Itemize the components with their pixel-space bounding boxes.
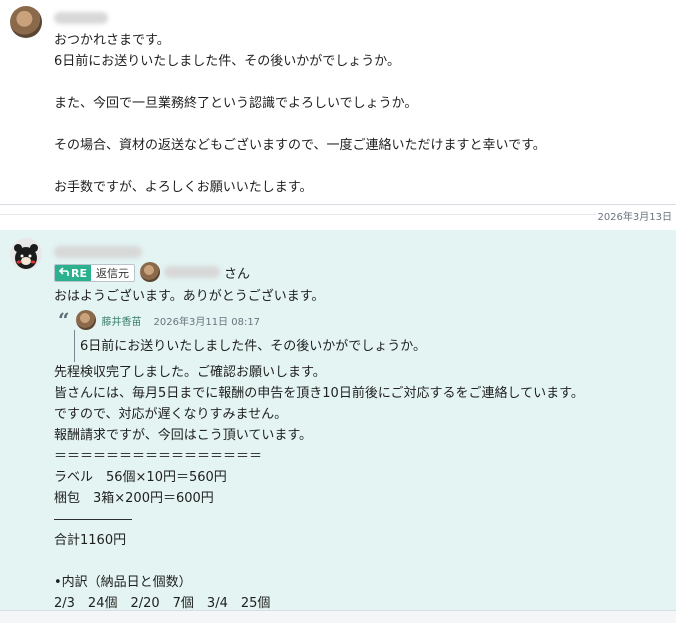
message-1-line-2: 6日前にお送りいたしました件、その後いかがでしょうか。 <box>54 54 401 69</box>
sender-name-blurred <box>54 246 142 258</box>
quote-timestamp: 2026年3月11日 08:17 <box>153 316 261 328</box>
sender-avatar[interactable] <box>10 6 42 38</box>
body-line-12: 2/3 24個 2/20 7個 3/4 25個 <box>54 596 271 610</box>
body-line-3: ですので、対応が遅くなりすみません。 <box>54 407 288 422</box>
body-line-11: •内訳（納品日と個数） <box>54 575 192 590</box>
message-1-line-1: おつかれさまです。 <box>54 33 170 48</box>
body-line-6: ラベル 56個×10円＝560円 <box>54 470 227 485</box>
body-line-2: 皆さんには、毎月5日までに報酬の申告を頂き10日前後にご対応するをご連絡していま… <box>54 386 584 401</box>
honorific: さん <box>224 266 251 282</box>
message-1: おつかれさまです。 6日前にお送りいたしました件、その後いかがでしょうか。 また… <box>0 0 676 204</box>
body-line-8: ―――――― <box>54 512 132 527</box>
quote-author: 藤井香苗 <box>101 316 142 328</box>
quote-text: 6日前にお送りいたしました件、その後いかがでしょうか。 <box>80 339 427 354</box>
reply-tag[interactable]: RE 返信元 <box>54 264 135 282</box>
body-line-9: 合計1160円 <box>54 533 127 548</box>
quote-bar <box>74 330 75 362</box>
message-1-line-8: お手数ですが、よろしくお願いいたします。 <box>54 180 313 195</box>
greeting: おはようございます。ありがとうございます。 <box>54 289 325 304</box>
reply-source-label: 返信元 <box>90 265 134 281</box>
bottom-bar <box>0 610 676 623</box>
mention-avatar <box>140 262 160 282</box>
quote-avatar <box>75 310 96 330</box>
message-1-line-6: その場合、資材の返送などもございますので、一度ご連絡いただけますと幸いです。 <box>54 138 546 153</box>
quote-header[interactable]: “ 藤井香苗 2026年3月11日 08:17 <box>58 310 260 330</box>
mention[interactable]: さん <box>140 262 250 282</box>
body-line-7: 梱包 3箱×200円＝600円 <box>54 491 214 506</box>
body-line-4: 報酬請求ですが、今回はこう頂いています。 <box>54 428 313 443</box>
message-2: RE 返信元 さん おはようございます。ありがとうございます。 “ 藤井香苗 2… <box>0 230 676 610</box>
message-1-line-4: また、今回で一旦業務終了という認識でよろしいでしょうか。 <box>54 96 418 111</box>
date-divider-line <box>0 214 596 215</box>
quote-icon: “ <box>58 308 70 332</box>
reply-arrow-icon <box>58 266 69 280</box>
body-line-1: 先程検収完了しました。ご確認お願いします。 <box>54 365 326 380</box>
mention-name-blurred <box>164 266 220 278</box>
sender-name-blurred <box>54 12 108 24</box>
reply-label: RE <box>55 265 91 281</box>
sender-avatar[interactable] <box>10 238 42 270</box>
body-line-5: ＝＝＝＝＝＝＝＝＝＝＝＝＝＝＝＝ <box>54 449 263 464</box>
date-separator: 2026年3月13日 <box>597 212 672 223</box>
divider <box>0 204 676 205</box>
